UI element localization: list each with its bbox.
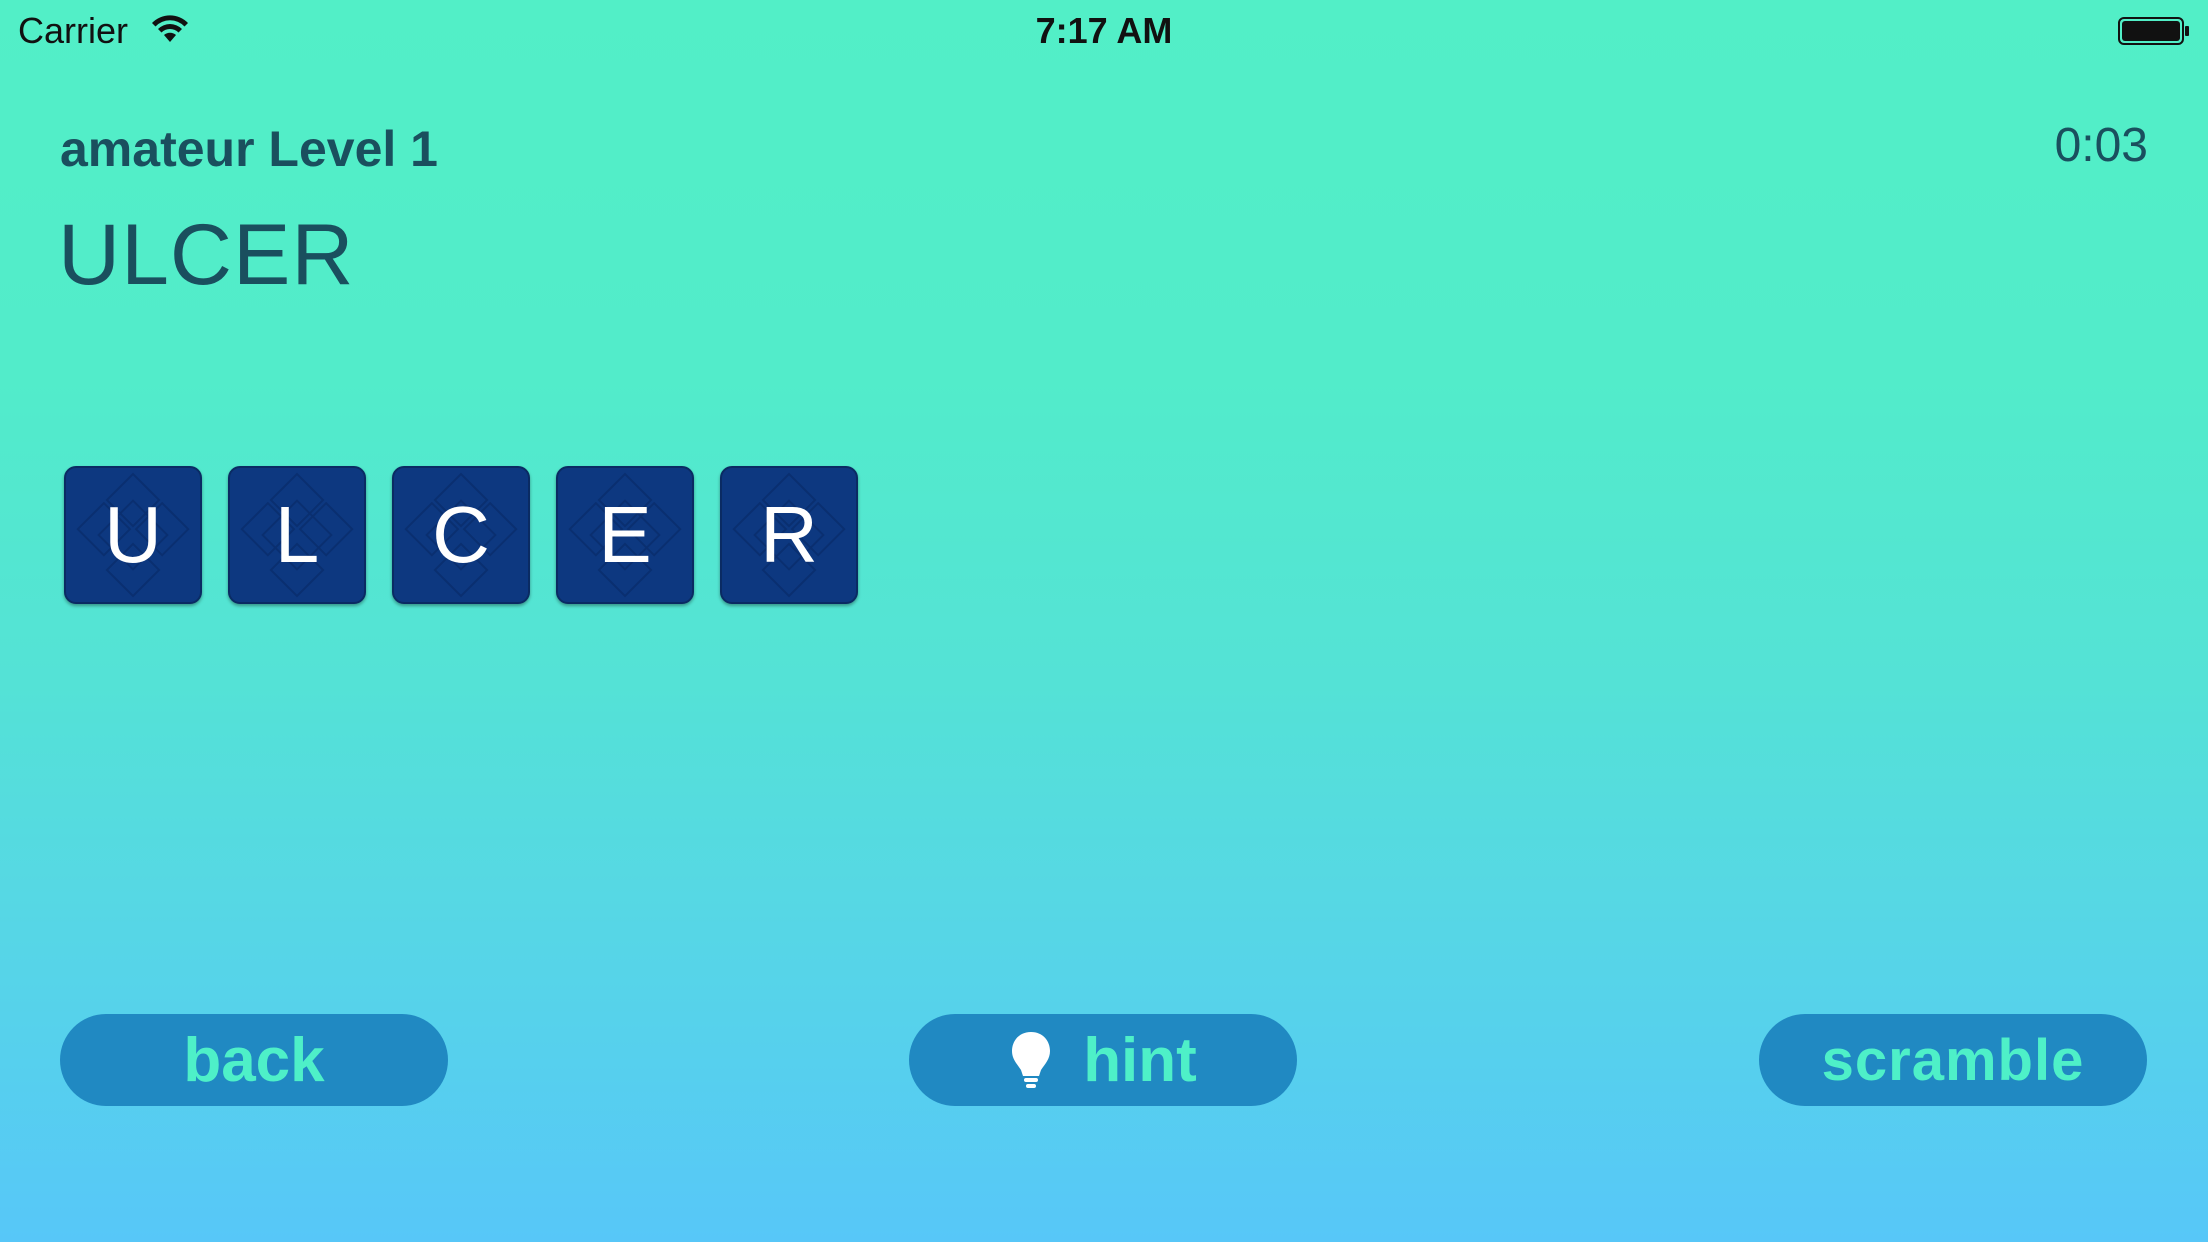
scramble-button-label: scramble — [1821, 1027, 2085, 1093]
tile-letter: L — [274, 490, 320, 579]
battery-icon — [2118, 17, 2189, 45]
target-word: ULCER — [58, 207, 355, 303]
status-bar: Carrier 7:17 AM — [0, 0, 2208, 62]
hint-button[interactable]: hint — [909, 1014, 1297, 1106]
back-button-label: back — [183, 1025, 325, 1095]
lightbulb-icon — [1012, 1032, 1051, 1088]
letter-tile[interactable]: U — [64, 466, 202, 604]
tile-letter: U — [104, 490, 162, 579]
timer: 0:03 — [2054, 119, 2148, 172]
letter-tile[interactable]: E — [556, 466, 694, 604]
letter-tiles: U L C E R — [64, 466, 858, 604]
letter-tile[interactable]: L — [228, 466, 366, 604]
level-title: amateur Level 1 — [60, 121, 438, 177]
letter-tile[interactable]: C — [392, 466, 530, 604]
tile-letter: C — [432, 490, 490, 579]
clock: 7:17 AM — [1035, 10, 1173, 51]
hint-button-label: hint — [1083, 1025, 1197, 1095]
letter-tile[interactable]: R — [720, 466, 858, 604]
scramble-button[interactable]: scramble — [1759, 1014, 2147, 1106]
tile-letter: R — [760, 490, 818, 579]
tile-letter: E — [598, 490, 652, 579]
back-button[interactable]: back — [60, 1014, 448, 1106]
